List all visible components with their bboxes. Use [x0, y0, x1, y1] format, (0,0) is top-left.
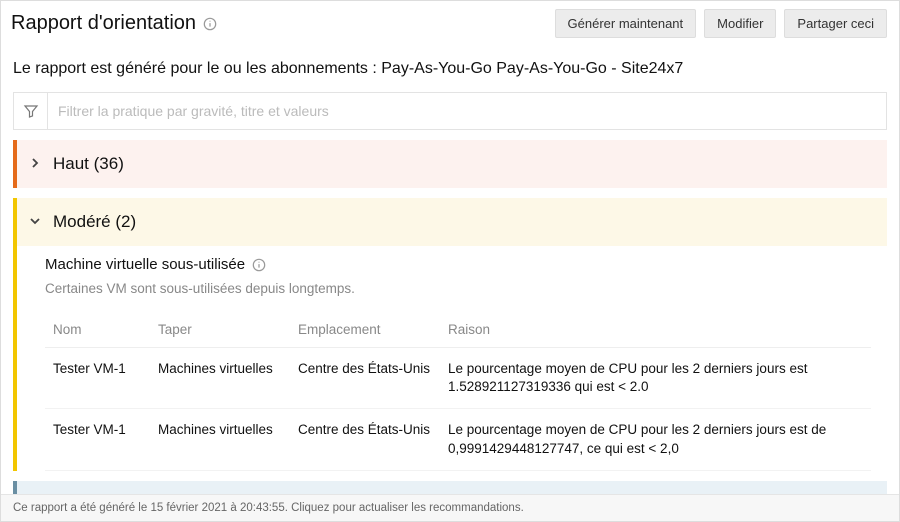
modify-button[interactable]: Modifier [704, 9, 776, 38]
vm-table: Nom Taper Emplacement Raison Tester VM-1… [45, 312, 871, 471]
col-name: Nom [45, 312, 150, 348]
severity-moderate-header[interactable]: Modéré (2) [17, 198, 887, 246]
cell-name: Tester VM-1 [45, 348, 150, 409]
severity-group-high[interactable]: Haut (36) [13, 140, 887, 188]
table-row: Tester VM-1 Machines virtuelles Centre d… [45, 409, 871, 470]
table-row: Tester VM-1 Machines virtuelles Centre d… [45, 348, 871, 409]
chevron-down-icon [29, 215, 43, 229]
filter-icon[interactable] [14, 93, 48, 129]
cell-name: Tester VM-1 [45, 409, 150, 470]
filter-bar [13, 92, 887, 130]
chevron-right-icon [29, 157, 43, 171]
severity-group-moderate: Modéré (2) Machine virtuelle sous-utilis… [13, 198, 887, 471]
info-icon[interactable] [251, 257, 267, 273]
severity-high-label: Haut (36) [53, 154, 124, 174]
generate-now-button[interactable]: Générer maintenant [555, 9, 697, 38]
info-icon[interactable] [202, 16, 218, 32]
subsection-title: Machine virtuelle sous-utilisée [45, 256, 245, 273]
filter-input[interactable] [48, 93, 886, 129]
severity-moderate-label: Modéré (2) [53, 212, 136, 232]
cell-type: Machines virtuelles [150, 409, 290, 470]
cell-reason: Le pourcentage moyen de CPU pour les 2 d… [440, 348, 871, 409]
cell-reason: Le pourcentage moyen de CPU pour les 2 d… [440, 409, 871, 470]
col-type: Taper [150, 312, 290, 348]
cell-location: Centre des États-Unis [290, 409, 440, 470]
cell-type: Machines virtuelles [150, 348, 290, 409]
col-reason: Raison [440, 312, 871, 348]
subsection-description: Certaines VM sont sous-utilisées depuis … [45, 281, 871, 296]
page-title: Rapport d'orientation [11, 12, 196, 35]
col-location: Emplacement [290, 312, 440, 348]
cell-location: Centre des États-Unis [290, 348, 440, 409]
share-button[interactable]: Partager ceci [784, 9, 887, 38]
footer-refresh[interactable]: Ce rapport a été généré le 15 février 20… [1, 494, 899, 521]
subscription-subheading: Le rapport est généré pour le ou les abo… [13, 60, 887, 78]
